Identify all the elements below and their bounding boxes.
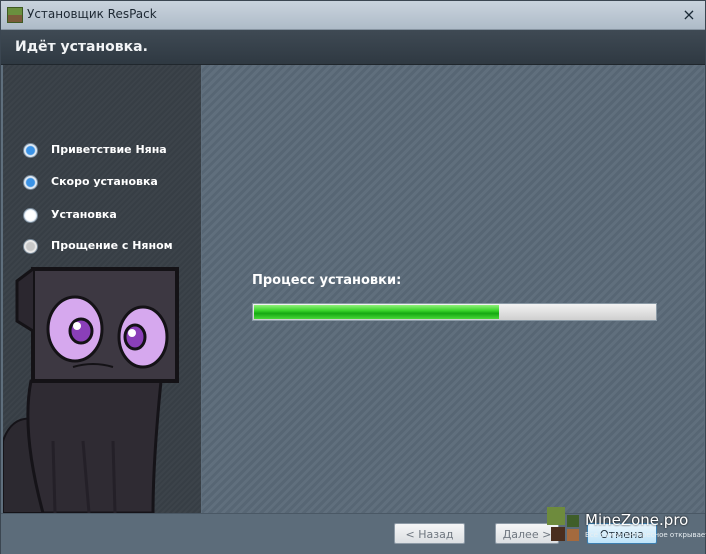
sidebar: Приветствие Няна Скоро установка Установ… — [3, 65, 201, 513]
progress-fill — [254, 305, 499, 319]
enderman-mascot-image — [3, 267, 179, 513]
step-label: Приветствие Няна — [51, 143, 167, 156]
window-title: Установщик ResPack — [27, 7, 157, 21]
minezone-logo-icon — [547, 507, 581, 541]
close-icon[interactable]: × — [681, 7, 697, 23]
step-label: Прощение с Няном — [51, 239, 173, 252]
installer-window: Установщик ResPack × Идёт установка. При… — [0, 0, 706, 554]
install-progress-bar — [252, 303, 657, 321]
step-done-icon — [23, 143, 38, 158]
main-content: Процесс установки: — [202, 65, 704, 513]
progress-label: Процесс установки: — [252, 273, 402, 288]
page-header: Идёт установка. — [1, 30, 705, 65]
title-bar[interactable]: Установщик ResPack × — [1, 1, 705, 30]
page-title: Идёт установка. — [15, 39, 148, 55]
grass-block-icon — [7, 7, 23, 23]
step-item-farewell: Прощение с Няном — [23, 239, 198, 259]
back-button[interactable]: < Назад — [394, 523, 465, 544]
step-current-icon — [23, 208, 38, 223]
step-item-welcome: Приветствие Няна — [23, 143, 198, 163]
watermark: MineZone.pro Всё самое интересное открыв… — [547, 507, 706, 547]
step-item-install: Установка — [23, 208, 198, 228]
step-label: Установка — [51, 208, 117, 221]
step-item-soon: Скоро установка — [23, 175, 198, 195]
step-done-icon — [23, 175, 38, 190]
watermark-text: MineZone.pro — [585, 511, 689, 529]
step-label: Скоро установка — [51, 175, 158, 188]
step-pending-icon — [23, 239, 38, 254]
watermark-subtext: Всё самое интересное открывается — [585, 531, 706, 539]
